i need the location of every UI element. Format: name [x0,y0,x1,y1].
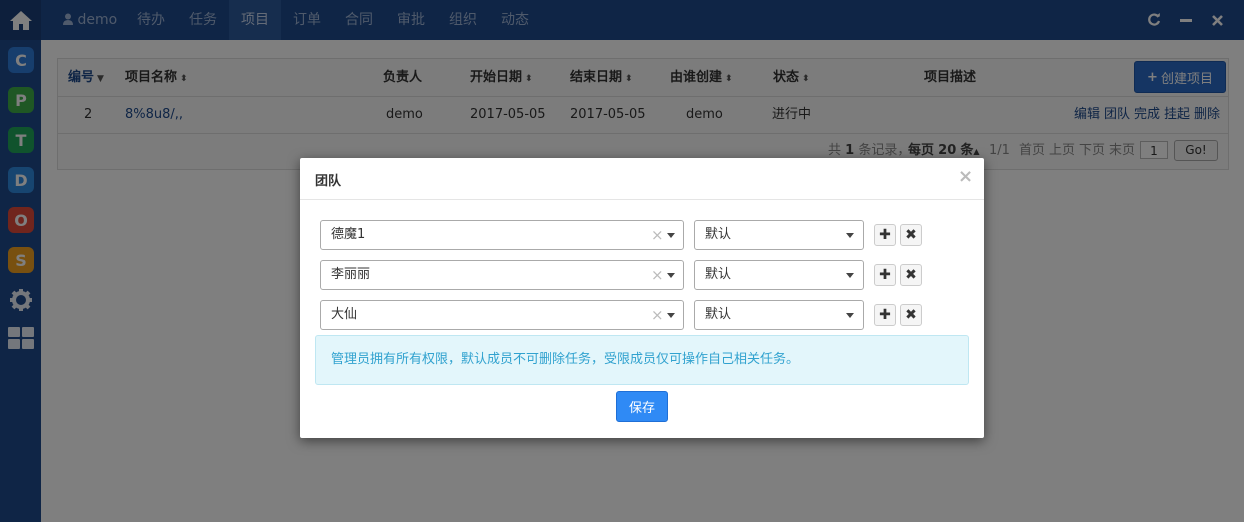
remove-member-button[interactable]: ✖ [900,304,922,326]
member-select[interactable]: 李丽丽 × [320,260,684,290]
plus-icon: ✚ [879,267,891,283]
member-select[interactable]: 大仙 × [320,300,684,330]
dialog-close-button[interactable]: × [958,166,973,187]
save-button[interactable]: 保存 [616,391,668,422]
close-icon: × [958,166,974,187]
role-value: 默认 [705,267,732,282]
chevron-down-icon [667,273,675,278]
chevron-down-icon [846,273,854,278]
member-name: 德魔1 [331,227,366,242]
plus-icon: ✚ [879,227,891,243]
remove-member-button[interactable]: ✖ [900,264,922,286]
dialog-header: 团队 × [300,158,984,200]
chevron-down-icon [846,233,854,238]
member-select[interactable]: 德魔1 × [320,220,684,250]
member-name: 大仙 [331,307,358,322]
close-icon: ✖ [905,227,917,243]
member-name: 李丽丽 [331,267,371,282]
role-select[interactable]: 默认 [694,220,864,250]
role-value: 默认 [705,227,732,242]
role-select[interactable]: 默认 [694,300,864,330]
chevron-down-icon [667,313,675,318]
remove-member-button[interactable]: ✖ [900,224,922,246]
add-member-button[interactable]: ✚ [874,304,896,326]
chevron-down-icon [667,233,675,238]
clear-icon[interactable]: × [651,261,664,289]
clear-icon[interactable]: × [651,221,664,249]
add-member-button[interactable]: ✚ [874,224,896,246]
role-value: 默认 [705,307,732,322]
close-icon: ✖ [905,307,917,323]
permissions-info: 管理员拥有所有权限，默认成员不可删除任务，受限成员仅可操作自己相关任务。 [315,335,969,385]
add-member-button[interactable]: ✚ [874,264,896,286]
chevron-down-icon [846,313,854,318]
role-select[interactable]: 默认 [694,260,864,290]
plus-icon: ✚ [879,307,891,323]
dialog-title: 团队 [315,174,342,189]
clear-icon[interactable]: × [651,301,664,329]
team-dialog: 团队 × 德魔1 × 默认 ✚ ✖ 李丽丽 × 默认 ✚ ✖ 大仙 × 默认 ✚… [300,158,984,438]
close-icon: ✖ [905,267,917,283]
